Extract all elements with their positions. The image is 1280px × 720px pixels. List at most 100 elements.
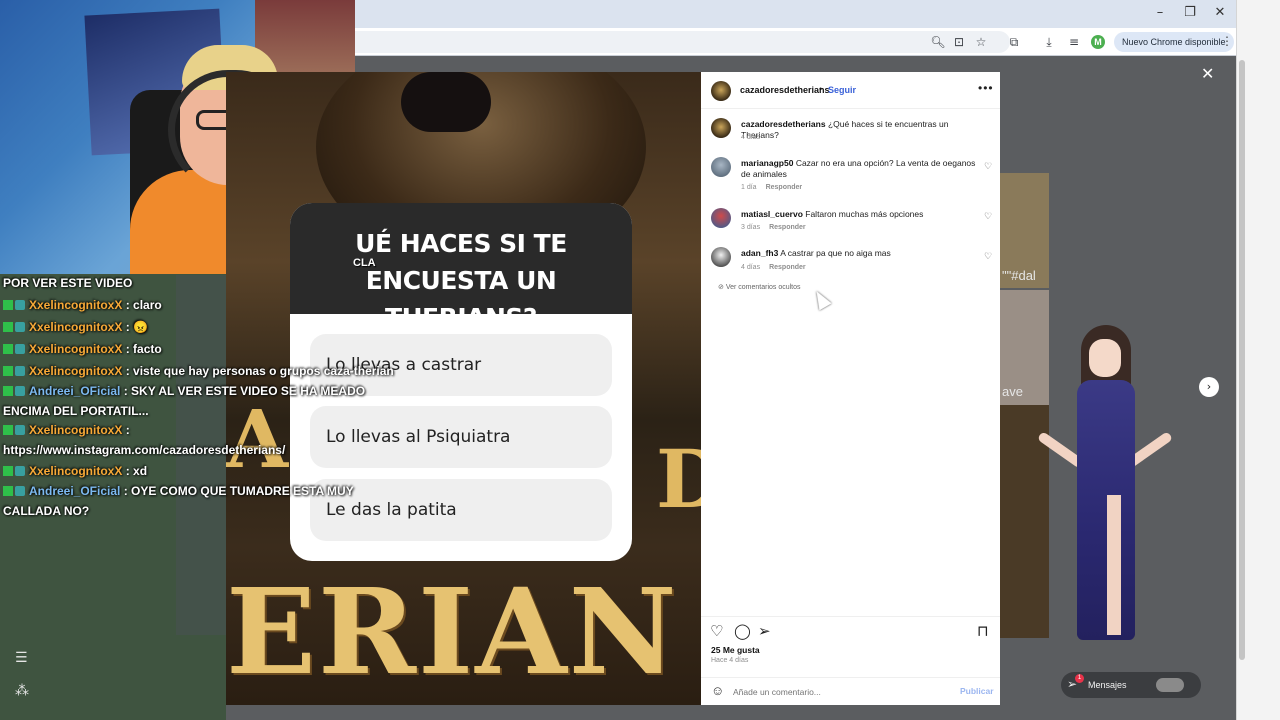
- zoom-icon[interactable]: 🔍︎: [930, 34, 946, 50]
- hidden-comments-link[interactable]: ⊘ Ver comentarios ocultos: [718, 283, 801, 291]
- share-icon[interactable]: ➢: [758, 624, 771, 639]
- chat-message: XxelincognitoxX : xd: [3, 460, 383, 482]
- channel-badge-icon: [15, 386, 25, 396]
- subscriber-badge-icon: [3, 466, 13, 476]
- reply-button[interactable]: Responder: [766, 184, 803, 191]
- download-icon[interactable]: ⤓: [1041, 34, 1057, 50]
- chat-message: XxelincognitoxX : claro: [3, 294, 383, 316]
- chat-username[interactable]: XxelincognitoxX: [29, 464, 122, 478]
- caption-user[interactable]: cazadoresdetherians: [741, 119, 826, 129]
- comment-icon[interactable]: ◯: [734, 624, 751, 639]
- channel-badge-icon: [15, 300, 25, 310]
- save-icon[interactable]: ⊓: [977, 624, 989, 639]
- maximize-button[interactable]: ❐: [1180, 5, 1200, 20]
- like-comment-icon[interactable]: ♡: [984, 251, 992, 262]
- recent-contacts-avatars: [1156, 678, 1184, 692]
- profile-avatar[interactable]: M: [1091, 35, 1105, 49]
- like-icon[interactable]: ♡: [710, 624, 723, 639]
- comment-meta: 1 día Responder: [741, 184, 811, 191]
- more-icon[interactable]: ⁂: [15, 683, 29, 699]
- account-avatar[interactable]: [711, 118, 731, 138]
- comment-meta: 4 días Responder: [741, 264, 815, 271]
- extensions-icon[interactable]: ⧉: [1006, 34, 1022, 50]
- chat-text: : 😠: [122, 320, 148, 334]
- caption-time-text: 4 días: [741, 134, 761, 141]
- channel-badge-icon: [15, 425, 25, 435]
- commenter-avatar[interactable]: [711, 208, 731, 228]
- browser-menu-icon[interactable]: ⋮: [1221, 34, 1233, 48]
- comment-user[interactable]: adan_fh3: [741, 248, 778, 258]
- comment-input[interactable]: [733, 684, 953, 700]
- avatar-leg: [1107, 495, 1121, 635]
- reply-button[interactable]: Responder: [769, 224, 806, 231]
- comment-composer: ☺ Publicar: [701, 677, 1000, 705]
- eye-slash-icon: ⊘: [718, 284, 726, 291]
- install-icon[interactable]: ⊡: [951, 34, 967, 50]
- unread-badge: 1: [1075, 674, 1084, 683]
- avatar-face: [1089, 339, 1121, 377]
- chat-message: Andreei_OFicial : SKY AL VER ESTE VIDEO …: [3, 382, 375, 421]
- chat-username[interactable]: Andreei_OFicial: [29, 484, 120, 498]
- comment: matiasl_cuervo Faltaron muchas más opcio…: [741, 209, 976, 220]
- chat-message: XxelincognitoxX : viste que hay personas…: [3, 360, 394, 382]
- chat-username[interactable]: XxelincognitoxX: [29, 298, 122, 312]
- reading-list-icon[interactable]: ≡: [1066, 34, 1082, 50]
- chat-username[interactable]: XxelincognitoxX: [29, 320, 122, 334]
- background-tile-text: ""#dal: [1002, 268, 1036, 283]
- close-window-button[interactable]: ✕: [1210, 5, 1230, 20]
- commenter-avatar[interactable]: [711, 157, 731, 177]
- minimize-button[interactable]: –: [1150, 5, 1170, 20]
- comment: adan_fh3 A castrar pa que no aiga mas: [741, 248, 976, 259]
- post-comments-panel: cazadoresdetherians • Seguir ••• cazador…: [701, 72, 1000, 705]
- like-comment-icon[interactable]: ♡: [984, 211, 992, 222]
- chat-username[interactable]: XxelincognitoxX: [29, 423, 122, 437]
- post-header: cazadoresdetherians • Seguir •••: [701, 72, 1000, 109]
- comment-user[interactable]: matiasl_cuervo: [741, 209, 803, 219]
- close-modal-icon[interactable]: ✕: [1201, 64, 1214, 83]
- chat-line: POR VER ESTE VIDEO: [3, 276, 133, 290]
- image-letter: D: [656, 432, 701, 526]
- image-title-letters: ERIAN: [226, 562, 679, 701]
- more-options-icon[interactable]: •••: [978, 81, 994, 95]
- menu-icon[interactable]: ☰: [15, 650, 28, 666]
- channel-badge-icon: [15, 344, 25, 354]
- like-count[interactable]: 25 Me gusta: [711, 645, 760, 655]
- subscriber-badge-icon: [3, 386, 13, 396]
- chat-message: XxelincognitoxX : https://www.instagram.…: [3, 421, 375, 460]
- account-name[interactable]: cazadoresdetherians: [740, 85, 830, 95]
- comment-time: 4 días: [741, 264, 761, 271]
- like-comment-icon[interactable]: ♡: [984, 161, 992, 172]
- subscriber-badge-icon: [3, 300, 13, 310]
- emoji-icon[interactable]: ☺: [711, 684, 724, 698]
- comment-user[interactable]: marianagp50: [741, 158, 793, 168]
- channel-badge-icon: [15, 322, 25, 332]
- page-scrollbar[interactable]: [1236, 0, 1280, 720]
- chat-text: : facto: [122, 342, 162, 356]
- comment-meta: 3 días Responder: [741, 224, 815, 231]
- scrollbar-thumb[interactable]: [1239, 60, 1245, 660]
- chat-message: Andreei_OFicial : OYE COMO QUE TUMADRE E…: [3, 482, 375, 521]
- subscriber-badge-icon: [3, 344, 13, 354]
- chat-username[interactable]: Andreei_OFicial: [29, 384, 120, 398]
- chat-username[interactable]: XxelincognitoxX: [29, 342, 122, 356]
- reply-button[interactable]: Responder: [769, 264, 806, 271]
- publish-button[interactable]: Publicar: [960, 686, 994, 696]
- chrome-update-button[interactable]: Nuevo Chrome disponible: [1114, 32, 1234, 52]
- chat-text: : claro: [122, 298, 162, 312]
- messages-button[interactable]: ➢ 1 Mensajes: [1061, 672, 1201, 698]
- chat-username[interactable]: XxelincognitoxX: [29, 364, 122, 378]
- comment-text: A castrar pa que no aiga mas: [778, 248, 891, 258]
- star-icon[interactable]: ☆: [973, 34, 989, 50]
- chat-message: XxelincognitoxX : 😠: [3, 316, 383, 338]
- address-bar[interactable]: [330, 31, 1010, 53]
- subscriber-badge-icon: [3, 366, 13, 376]
- background-tile-text: ave: [1002, 384, 1023, 399]
- follow-button[interactable]: Seguir: [828, 85, 856, 95]
- post-caption: cazadoresdetherians ¿Qué haces si te enc…: [741, 119, 976, 141]
- next-post-button[interactable]: ›: [1199, 377, 1219, 397]
- commenter-avatar[interactable]: [711, 247, 731, 267]
- messages-label: Mensajes: [1088, 680, 1127, 690]
- account-avatar[interactable]: [711, 81, 731, 101]
- comment-time: 1 día: [741, 184, 757, 191]
- post-time: Hace 4 días: [711, 657, 749, 664]
